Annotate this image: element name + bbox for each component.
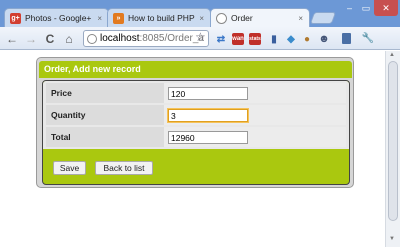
ext-stats-label: stats [249,36,261,42]
reload-icon[interactable]: C [42,31,58,46]
close-tab-icon[interactable]: × [97,14,102,23]
form-fields: Price Quantity Total [43,81,349,149]
tab-label: Photos - Google+ [25,13,92,23]
order-form: Price Quantity Total [42,80,350,185]
tab-label: How to build PHP co [128,13,196,23]
panel-title: Order, Add new record [39,61,352,78]
back-arrow-icon[interactable]: ← [4,31,20,46]
tab-photos[interactable]: g+ Photos - Google+ × [4,8,109,27]
quantity-input[interactable] [167,108,249,123]
address-bar[interactable]: localhost:8085/Order_a [83,30,209,47]
tab-label: Order [231,13,253,23]
browser-titlebar: g+ Photos - Google+ × » How to build PHP… [0,0,400,27]
ext-cookie-icon[interactable]: ● [301,33,313,45]
google-plus-icon: g+ [10,12,21,24]
total-row: Total [46,127,346,147]
tab-order[interactable]: Order × [210,8,310,27]
ext-cookie-glyph: ● [303,33,311,45]
quantity-label: Quantity [46,105,164,125]
browser-toolbar: ← → C ⌂ localhost:8085/Order_a ☆ ⇄ wan s… [0,27,400,50]
ext-bag-glyph: ▮ [271,33,277,45]
ext-person-glyph: ☻ [318,33,330,45]
ext-arrows-glyph: ⇄ [216,33,226,45]
bookmark-star-icon[interactable]: ☆ [195,30,206,44]
price-row: Price [46,83,346,103]
page-icon [216,12,227,24]
page-info-icon [87,33,97,44]
close-tab-icon[interactable]: × [199,14,204,23]
save-button[interactable]: Save [53,161,86,175]
ext-person-icon[interactable]: ☻ [318,33,330,45]
scroll-up-icon[interactable]: ▲ [389,52,395,58]
ext-puzzle-icon[interactable]: ◆ [285,33,297,45]
total-value-cell [164,127,346,147]
ext-stats-icon[interactable]: stats [249,33,261,45]
new-tab-button[interactable] [309,12,337,24]
wrench-icon[interactable]: 🔧 [360,31,376,46]
close-tab-icon[interactable]: × [298,14,303,23]
home-icon[interactable]: ⌂ [61,31,77,46]
close-window-icon[interactable]: ✕ [374,0,398,16]
order-panel: Order, Add new record Price Quantity Tot… [36,57,354,188]
forward-arrow-icon[interactable]: → [23,31,39,46]
page-viewport: Order, Add new record Price Quantity Tot… [0,51,385,247]
ext-puzzle-glyph: ◆ [287,33,295,45]
quantity-row: Quantity [46,105,346,125]
address-host: localhost [100,33,140,44]
ext-bag-icon[interactable]: ▮ [268,33,280,45]
total-input[interactable] [168,131,248,144]
bookmark-site-icon: » [113,12,124,24]
scroll-down-icon[interactable]: ▼ [389,236,395,242]
price-input[interactable] [168,87,248,100]
total-label: Total [46,127,164,147]
minimize-icon[interactable]: – [341,0,358,16]
quantity-value-cell [164,105,346,125]
bookmark-manager-icon[interactable] [338,31,354,46]
price-value-cell [164,83,346,103]
maximize-icon[interactable]: ▭ [358,0,374,16]
ext-wan-icon[interactable]: wan [232,33,244,45]
back-to-list-button[interactable]: Back to list [95,161,153,175]
scrollbar-thumb[interactable] [388,61,398,221]
ext-arrows-icon[interactable]: ⇄ [215,33,227,45]
vertical-scrollbar[interactable]: ▲ ▼ [385,51,400,247]
tab-php-article[interactable]: » How to build PHP co × [107,8,211,27]
price-label: Price [46,83,164,103]
bookmark-glyph [341,33,351,44]
ext-wan-label: wan [232,36,244,42]
